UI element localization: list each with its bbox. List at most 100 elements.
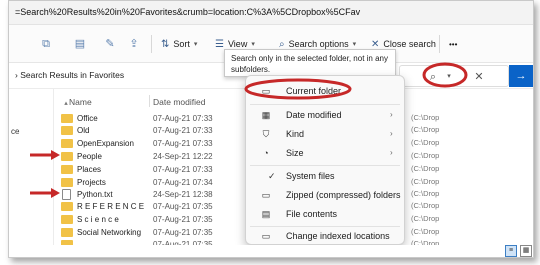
menu-item-size[interactable]: ◔ Size › (250, 145, 400, 162)
checkmark-icon: ✓ (268, 171, 276, 181)
menu-item-kind[interactable]: ⛉ Kind › (250, 126, 400, 143)
clear-search-icon[interactable]: ✕ (472, 70, 486, 84)
file-location: (C:\Drop (411, 214, 440, 223)
chevron-down-icon[interactable]: ▾ (442, 70, 456, 84)
menu-item-file-contents[interactable]: ▤ File contents (250, 206, 400, 223)
search-options-menu: ▭ Current folder ▦ Date modified › ⛉ Kin… (245, 75, 405, 245)
menu-item-label: Current folder (286, 86, 342, 96)
menu-divider (250, 165, 400, 166)
title-bar: =Search%20Results%20in%20Favorites&crumb… (9, 1, 533, 25)
sort-button[interactable]: ⇅ Sort ▾ (161, 36, 197, 52)
search-options-icon: ⌕ (279, 38, 285, 50)
search-go-button[interactable]: → (509, 65, 533, 87)
file-location: (C:\Drop (411, 138, 440, 147)
paste-icon[interactable]: ▤ (73, 37, 87, 51)
zip-folder-icon: ▭ (261, 190, 271, 200)
column-divider[interactable] (149, 95, 150, 107)
breadcrumb-chevron: › (15, 70, 18, 80)
chevron-down-icon: ▾ (352, 41, 357, 48)
menu-item-label: Zipped (compressed) folders (286, 190, 401, 200)
tiles-view-icon[interactable]: ▦ (520, 245, 532, 257)
folder-icon (61, 228, 73, 237)
folder-icon (61, 126, 73, 135)
document-icon: ▤ (261, 209, 271, 219)
text-file-icon (62, 189, 71, 200)
folder-icon (61, 178, 73, 187)
folder-icon (61, 139, 73, 148)
menu-item-zipped-folders[interactable]: ▭ Zipped (compressed) folders (250, 187, 401, 204)
toolbar-divider (439, 35, 440, 53)
rename-icon[interactable]: ✎ (103, 37, 117, 51)
file-name: R E F E R E N C E (77, 202, 145, 211)
share-icon[interactable]: ⇪ (127, 37, 141, 51)
index-settings-icon: ▭ (261, 231, 271, 241)
file-location: (C:\Drop (411, 125, 440, 134)
file-location: (C:\Drop (411, 151, 440, 160)
breadcrumb-label: Search Results in Favorites (20, 70, 125, 80)
menu-item-change-indexed-locations[interactable]: ▭ Change indexed locations (250, 228, 400, 245)
sort-label: Sort (173, 39, 190, 49)
file-date: 07-Aug-21 07:35 (153, 228, 213, 237)
file-date: 07-Aug-21 07:35 (153, 202, 213, 211)
file-name: People (77, 152, 102, 161)
file-location: (C:\Drop (411, 113, 440, 122)
menu-item-current-folder[interactable]: ▭ Current folder (250, 83, 400, 100)
file-name: Python.txt (77, 190, 113, 199)
breadcrumb[interactable]: › Search Results in Favorites (15, 70, 124, 80)
column-header-name[interactable]: Name (69, 97, 92, 107)
menu-divider (250, 226, 400, 227)
menu-divider (250, 104, 400, 105)
navigation-pane-label[interactable]: ce (11, 127, 19, 136)
calendar-icon: ▦ (261, 110, 271, 120)
navigation-pane-divider (53, 89, 54, 257)
file-name: Old (77, 126, 90, 135)
sort-icon: ⇅ (161, 38, 170, 50)
search-options-label: Search options (288, 39, 349, 49)
menu-item-label: Date modified (286, 110, 342, 120)
size-icon: ◔ (263, 148, 269, 158)
close-icon: ✕ (371, 38, 380, 50)
menu-item-label: File contents (286, 209, 338, 219)
file-date: 07-Aug-21 07:33 (153, 126, 213, 135)
more-options-button[interactable]: ••• (449, 36, 457, 52)
file-name: Places (77, 165, 102, 174)
file-name: Office (77, 114, 98, 123)
file-explorer-window: =Search%20Results%20in%20Favorites&crumb… (8, 0, 534, 258)
file-location: (C:\Drop (411, 201, 440, 210)
toolbar-divider (151, 35, 152, 53)
menu-item-label: System files (286, 171, 335, 181)
search-box[interactable]: ⌕ ▾ ✕ (399, 65, 509, 87)
menu-item-date-modified[interactable]: ▦ Date modified › (250, 107, 400, 124)
chevron-right-icon: › (390, 110, 393, 119)
menu-item-label: Kind (286, 129, 305, 139)
menu-item-label: Size (286, 148, 304, 158)
file-location: (C:\Drop (411, 189, 440, 198)
file-name: S c i e n c e (77, 215, 119, 224)
copy-icon[interactable]: ⧉ (39, 37, 53, 51)
column-header-date-modified[interactable]: Date modified (153, 97, 205, 107)
file-date: 24-Sep-21 12:22 (153, 152, 213, 161)
file-date: 07-Aug-21 07:34 (153, 178, 213, 187)
details-view-icon[interactable]: ≡ (505, 245, 517, 257)
file-location: (C:\Drop (411, 164, 440, 173)
close-search-label: Close search (383, 39, 436, 49)
view-label: View (227, 39, 248, 49)
menu-item-label: Change indexed locations (286, 231, 390, 241)
view-icon: ☰ (215, 38, 224, 50)
kind-icon: ⛉ (262, 129, 270, 139)
file-name: OpenExpansion (77, 139, 134, 148)
chevron-down-icon: ▾ (193, 41, 198, 48)
chevron-right-icon: › (390, 148, 393, 157)
file-location: (C:\Drop (411, 227, 440, 236)
folder-icon (61, 202, 73, 211)
folder-outline-icon: ▭ (261, 86, 271, 96)
arrow-right-icon: → (515, 70, 527, 82)
window-title: =Search%20Results%20in%20Favorites&crumb… (15, 7, 361, 17)
file-name: Social Networking (77, 228, 142, 237)
status-bar: ≡ ▦ (9, 245, 533, 257)
file-date: 07-Aug-21 07:33 (153, 114, 213, 123)
menu-item-system-files[interactable]: ✓ System files (250, 168, 400, 185)
file-date: 07-Aug-21 07:33 (153, 165, 213, 174)
folder-icon (61, 152, 73, 161)
search-icon: ⌕ (429, 71, 437, 83)
